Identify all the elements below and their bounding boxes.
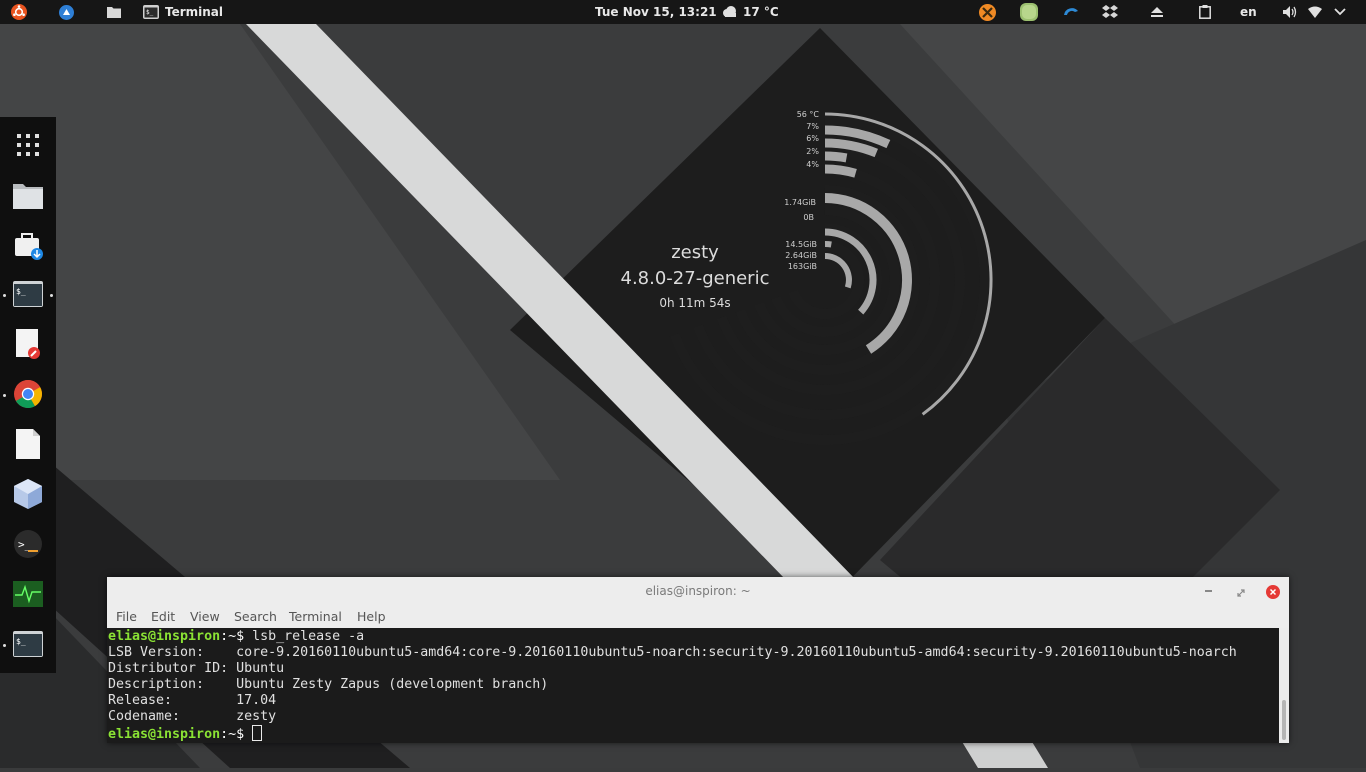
window-title: elias@inspiron: ~ [645, 584, 751, 598]
svg-text:$_: $_ [16, 287, 26, 296]
prompt-user: elias@inspiron [108, 629, 221, 644]
cpu-core-4-usage: 4% [806, 160, 819, 169]
output-line: Release: 17.04 [108, 693, 277, 708]
terminal-scrollbar[interactable] [1279, 628, 1289, 743]
uptime: 0h 11m 54s [659, 296, 731, 310]
minimize-icon[interactable] [1205, 590, 1212, 592]
cpu-core-ring [824, 164, 857, 178]
volume-icon[interactable] [1283, 0, 1297, 24]
workspace-indicator-icon[interactable] [58, 0, 75, 24]
terminal-icon[interactable]: $_ [10, 276, 46, 312]
active-indicator [50, 294, 53, 297]
cpu-core-ring [824, 151, 848, 163]
output-line: Description: Ubuntu Zesty Zapus (develop… [108, 677, 549, 692]
disk-ring [824, 253, 852, 289]
terminal-titlebar[interactable]: elias@inspiron: ~ [107, 577, 1289, 605]
tray-x-icon[interactable] [978, 0, 997, 24]
clock[interactable]: Tue Nov 15, 13:21 [595, 0, 717, 24]
svg-text:$_: $_ [16, 637, 26, 646]
swap-used: 0B [803, 213, 814, 222]
svg-text:$_: $_ [146, 9, 154, 16]
disk-ring [824, 241, 832, 248]
menu-search[interactable]: Search [234, 609, 277, 624]
conky-system-widget: 56 °C 7% 6% 2% 4% 1.74GiB 0B 14.5GiB 2.6… [480, 90, 1040, 470]
menu-view[interactable]: View [190, 609, 220, 624]
menu-terminal[interactable]: Terminal [289, 609, 342, 624]
svg-text:>_: >_ [18, 538, 32, 551]
wifi-icon[interactable] [1308, 0, 1322, 24]
terminal-app-icon: $_ [143, 0, 159, 24]
output-line: Distributor ID: Ubuntu [108, 661, 285, 676]
prompt-line[interactable]: elias@inspiron:~$ [108, 725, 263, 743]
cpu-temperature: 56 °C [796, 110, 819, 119]
keyboard-layout-indicator[interactable]: en [1240, 0, 1257, 24]
document-icon[interactable] [10, 426, 46, 462]
output-line: LSB Version: core-9.20160110ubuntu5-amd6… [108, 645, 1237, 660]
virtualbox-cube-icon[interactable] [10, 476, 46, 512]
cpu-core-3-usage: 2% [806, 147, 819, 156]
running-indicator [3, 394, 6, 397]
tray-green-app-icon[interactable] [1019, 0, 1039, 24]
files-folder-icon[interactable] [10, 177, 46, 213]
command-line: elias@inspiron:~$ lsb_release -a [108, 629, 364, 645]
terminal-output[interactable]: elias@inspiron:~$ lsb_release -a LSB Ver… [107, 628, 1279, 743]
places-folder-icon[interactable] [107, 0, 121, 24]
dock: $_ >_ $_ [0, 117, 56, 673]
system-monitor-icon[interactable] [10, 576, 46, 612]
software-store-bag-icon[interactable] [10, 227, 46, 263]
dropbox-icon[interactable] [1102, 0, 1118, 24]
app-menu-label[interactable]: Terminal [165, 0, 223, 24]
top-panel: $_ Terminal Tue Nov 15, 13:21 17 °C en [0, 0, 1366, 24]
scrollbar-thumb[interactable] [1282, 700, 1286, 740]
menu-edit[interactable]: Edit [151, 609, 175, 624]
clipboard-icon[interactable] [1199, 0, 1211, 24]
prompt-suffix: :~$ [220, 629, 253, 644]
menu-help[interactable]: Help [357, 609, 386, 624]
output-line: Codename: zesty [108, 709, 277, 724]
tray-blue-app-icon[interactable] [1062, 0, 1080, 24]
weather-cloud-icon[interactable] [722, 0, 738, 24]
close-icon[interactable] [1266, 584, 1280, 599]
running-indicator [3, 644, 6, 647]
distro-codename: zesty [671, 242, 719, 263]
terminal-window[interactable]: elias@inspiron: ~ File Edit View Search … [107, 577, 1289, 743]
kernel-version: 4.8.0-27-generic [620, 268, 770, 289]
prompt-suffix: :~$ [220, 727, 253, 742]
guake-terminal-icon[interactable]: >_ [10, 526, 46, 562]
eject-icon[interactable] [1151, 0, 1163, 24]
chrome-icon[interactable] [10, 376, 46, 412]
text-cursor [252, 725, 263, 741]
menu-file[interactable]: File [116, 609, 137, 624]
power-menu-chevron-icon[interactable] [1334, 0, 1346, 24]
maximize-icon[interactable] [1235, 584, 1247, 597]
memory-used: 1.74GiB [784, 198, 816, 207]
terminal-icon-2[interactable]: $_ [10, 626, 46, 662]
cpu-core-1-usage: 7% [806, 122, 819, 131]
weather-temperature[interactable]: 17 °C [743, 0, 779, 24]
text-editor-icon[interactable] [10, 326, 46, 362]
show-applications-grid-icon[interactable] [10, 127, 46, 163]
ubuntu-menu-icon[interactable] [10, 0, 28, 24]
cpu-core-2-usage: 6% [806, 134, 819, 143]
command-text: lsb_release -a [252, 629, 365, 644]
running-indicator [3, 294, 6, 297]
prompt-user: elias@inspiron [108, 727, 221, 742]
terminal-menubar: File Edit View Search Terminal Help [107, 605, 1289, 628]
